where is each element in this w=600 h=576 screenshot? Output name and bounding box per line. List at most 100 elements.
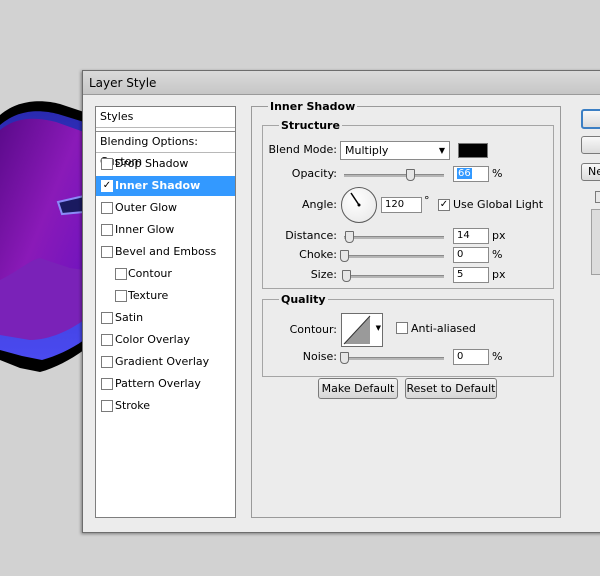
choke-input[interactable]: 0	[453, 247, 489, 263]
blend-mode-value: Multiply	[345, 144, 389, 157]
noise-slider[interactable]	[344, 357, 444, 360]
size-value: 5	[457, 269, 464, 280]
preview-checkbox[interactable]	[595, 191, 600, 203]
style-item-checkbox[interactable]	[101, 312, 113, 324]
size-unit: px	[492, 268, 506, 281]
dialog-titlebar[interactable]: Layer Style	[83, 71, 600, 95]
style-item-checkbox[interactable]	[101, 334, 113, 346]
style-item-contour[interactable]: Contour	[96, 264, 235, 284]
contour-linear-icon	[343, 315, 371, 345]
make-default-button[interactable]: Make Default	[318, 378, 398, 399]
size-label: Size:	[310, 268, 337, 281]
angle-input[interactable]: 120	[381, 197, 422, 213]
choke-slider-thumb[interactable]	[340, 250, 349, 262]
style-item-label: Satin	[115, 311, 144, 324]
choke-value: 0	[457, 249, 464, 260]
inner-shadow-title: Inner Shadow	[268, 100, 358, 113]
style-item-satin[interactable]: Satin	[96, 308, 235, 328]
choke-slider[interactable]	[344, 255, 444, 258]
dialog-title: Layer Style	[89, 76, 157, 90]
new-style-label: Ne	[588, 165, 600, 178]
style-item-gradient-overlay[interactable]: Gradient Overlay	[96, 352, 235, 372]
anti-aliased-label: Anti-aliased	[411, 322, 476, 335]
choke-unit: %	[492, 248, 503, 261]
use-global-light-label: Use Global Light	[453, 198, 544, 211]
inner-shadow-panel: Inner Shadow Structure Blend Mode: Multi…	[251, 100, 561, 518]
style-item-texture[interactable]: Texture	[96, 286, 235, 306]
style-item-checkbox[interactable]	[115, 268, 127, 280]
use-global-light-checkbox[interactable]: ✓	[438, 199, 450, 211]
style-item-inner-glow[interactable]: Inner Glow	[96, 220, 235, 240]
style-item-bevel-and-emboss[interactable]: Bevel and Emboss	[96, 242, 235, 262]
shadow-color-swatch[interactable]	[458, 143, 488, 158]
style-item-outer-glow[interactable]: Outer Glow	[96, 198, 235, 218]
distance-slider[interactable]	[344, 236, 444, 239]
style-item-stroke[interactable]: Stroke	[96, 396, 235, 416]
angle-dial[interactable]	[341, 187, 377, 223]
new-style-button[interactable]: Ne	[581, 163, 600, 181]
style-item-checkbox[interactable]	[101, 246, 113, 258]
style-item-checkbox[interactable]	[101, 224, 113, 236]
style-item-label: Pattern Overlay	[115, 377, 201, 390]
style-item-label: Contour	[128, 267, 172, 280]
cancel-button[interactable]	[581, 136, 600, 154]
distance-slider-thumb[interactable]	[345, 231, 354, 243]
style-item-checkbox[interactable]	[115, 290, 127, 302]
opacity-slider-thumb[interactable]	[406, 169, 415, 181]
quality-title: Quality	[279, 293, 328, 306]
chevron-down-icon: ▼	[375, 324, 381, 332]
style-item-label: Drop Shadow	[115, 157, 189, 170]
structure-group: Structure Blend Mode: Multiply ▼ Opacity…	[262, 119, 554, 289]
style-item-checkbox[interactable]: ✓	[101, 180, 113, 192]
layer-style-dialog: Layer Style Styles Blending Options: Cus…	[82, 70, 600, 533]
style-item-pattern-overlay[interactable]: Pattern Overlay	[96, 374, 235, 394]
angle-value: 120	[385, 199, 405, 210]
style-item-checkbox[interactable]	[101, 378, 113, 390]
blending-options-item[interactable]: Blending Options: Custom	[96, 131, 235, 168]
size-slider[interactable]	[344, 275, 444, 278]
blend-mode-label: Blend Mode:	[268, 143, 338, 156]
style-item-label: Gradient Overlay	[115, 355, 210, 368]
angle-unit: °	[424, 194, 430, 207]
structure-title: Structure	[279, 119, 342, 132]
styles-header-label: Styles	[100, 110, 134, 123]
ok-button[interactable]	[581, 109, 600, 129]
style-item-checkbox[interactable]	[101, 400, 113, 412]
styles-list-panel: Styles Blending Options: Custom Drop Sha…	[95, 106, 236, 518]
distance-label: Distance:	[285, 229, 337, 242]
style-item-label: Stroke	[115, 399, 151, 412]
style-item-inner-shadow[interactable]: ✓ Inner Shadow	[96, 176, 235, 196]
choke-label: Choke:	[299, 248, 337, 261]
preview-thumbnail	[591, 209, 600, 275]
reset-to-default-button[interactable]: Reset to Default	[405, 378, 497, 399]
noise-unit: %	[492, 350, 503, 363]
style-item-checkbox[interactable]	[101, 356, 113, 368]
chevron-down-icon: ▼	[438, 146, 445, 155]
distance-unit: px	[492, 229, 506, 242]
distance-value: 14	[457, 230, 470, 241]
noise-label: Noise:	[302, 350, 337, 363]
opacity-input[interactable]: 66	[453, 166, 489, 182]
styles-header[interactable]: Styles	[96, 107, 235, 128]
opacity-slider[interactable]	[344, 174, 444, 177]
opacity-unit: %	[492, 167, 503, 180]
style-item-drop-shadow[interactable]: Drop Shadow	[96, 154, 235, 174]
style-item-checkbox[interactable]	[101, 158, 113, 170]
contour-picker[interactable]: ▼	[341, 313, 383, 347]
style-item-label: Outer Glow	[115, 201, 178, 214]
size-slider-thumb[interactable]	[342, 270, 351, 282]
noise-value: 0	[457, 351, 464, 362]
style-item-label: Inner Glow	[115, 223, 175, 236]
blend-mode-select[interactable]: Multiply ▼	[340, 141, 450, 160]
contour-label: Contour:	[289, 323, 337, 336]
style-item-checkbox[interactable]	[101, 202, 113, 214]
style-item-color-overlay[interactable]: Color Overlay	[96, 330, 235, 350]
distance-input[interactable]: 14	[453, 228, 489, 244]
style-item-label: Color Overlay	[115, 333, 190, 346]
size-input[interactable]: 5	[453, 267, 489, 283]
quality-group: Quality Contour: ▼ Anti-aliased Noise: 0…	[262, 293, 554, 377]
anti-aliased-checkbox[interactable]	[396, 322, 408, 334]
style-item-label: Inner Shadow	[115, 179, 201, 192]
noise-slider-thumb[interactable]	[340, 352, 349, 364]
noise-input[interactable]: 0	[453, 349, 489, 365]
